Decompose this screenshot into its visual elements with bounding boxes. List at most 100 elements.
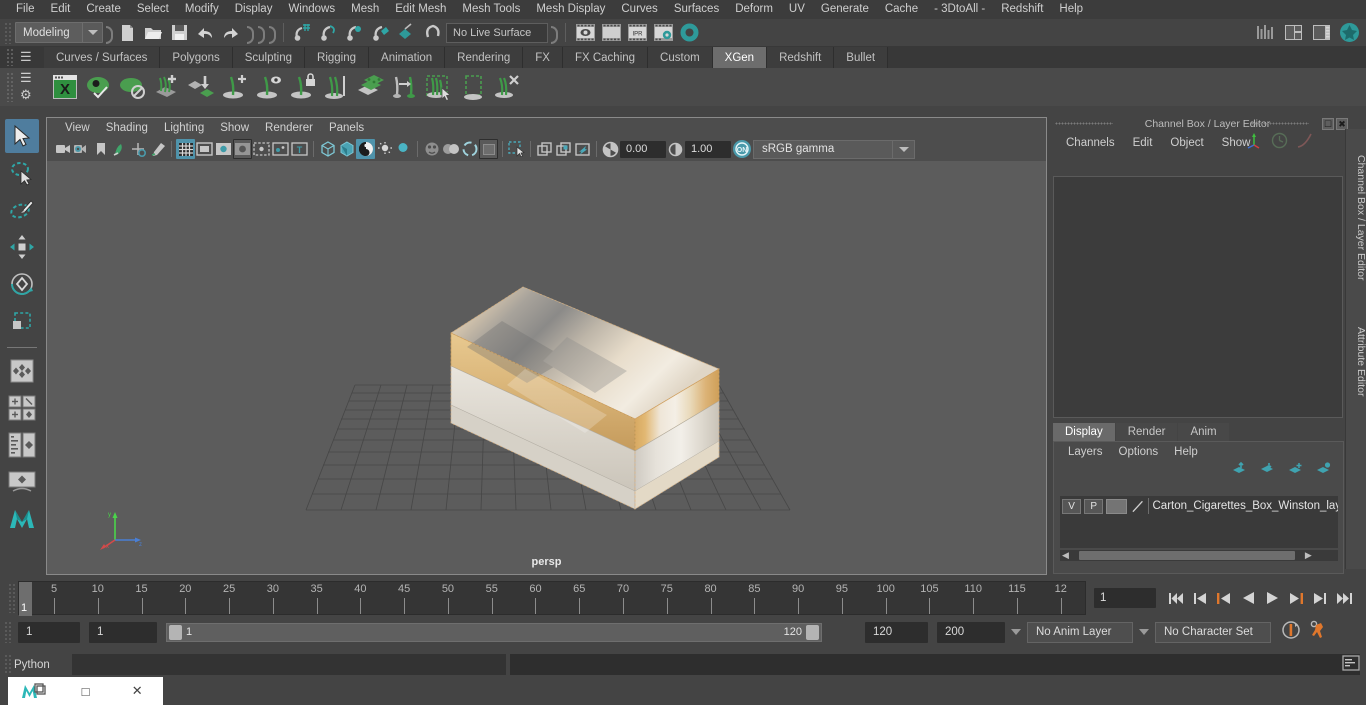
xray-icon[interactable] [535,139,554,159]
shelf-tab-fx-caching[interactable]: FX Caching [562,47,649,68]
grease-pencil-icon[interactable] [148,139,167,159]
menu-display[interactable]: Display [227,0,281,19]
shelf-tab-sculpting[interactable]: Sculpting [232,47,306,68]
shelf-row-grip[interactable] [6,72,14,102]
viewport-menu-view[interactable]: View [57,122,98,134]
shelf-options-icon[interactable]: ☰ [20,50,32,63]
color-space-field[interactable]: sRGB gamma [753,139,893,159]
snap-curve-icon[interactable] [316,20,342,45]
contrast-icon[interactable] [666,139,685,159]
shelf-row-menu-icon[interactable]: ☰ [20,70,32,86]
shelf-tab-fx[interactable]: FX [523,47,563,68]
app-icon[interactable] [8,677,60,705]
rotate-tool[interactable] [5,267,39,301]
safe-action-icon[interactable] [271,139,290,159]
go-to-start-icon[interactable] [1166,587,1186,609]
animation-preferences-icon[interactable] [1309,620,1329,645]
color-space-dropdown-icon[interactable] [893,139,915,159]
curve-icon[interactable] [1296,132,1313,154]
menu-file[interactable]: File [8,0,43,19]
undo-icon[interactable] [192,20,218,45]
menu-modify[interactable]: Modify [177,0,227,19]
color-management-icon[interactable]: ON [731,139,753,159]
play-backwards-icon[interactable] [1238,587,1258,609]
shelf-tab-bullet[interactable]: Bullet [834,47,889,68]
layer-name[interactable]: Carton_Cigarettes_Box_Winston_laye [1153,500,1339,512]
command-language-label[interactable]: Python [14,659,72,671]
step-forward-key-icon[interactable] [1286,587,1306,609]
live-surface-field[interactable]: No Live Surface [446,22,548,43]
safe-title-icon[interactable]: T [290,139,309,159]
panel-grip-left[interactable] [1055,122,1113,125]
scroll-left-arrow[interactable]: ◀ [1062,550,1069,561]
viewport-menu-show[interactable]: Show [212,122,257,134]
lasso-select-tool[interactable] [5,156,39,190]
scroll-right-arrow[interactable]: ▶ [1305,550,1312,561]
viewport-menu-shading[interactable]: Shading [98,122,156,134]
depth-of-field-icon[interactable] [479,139,498,159]
undock-icon[interactable]: ☐ [1322,118,1334,130]
motion-blur-icon[interactable] [441,139,460,159]
shelf-tab-rendering[interactable]: Rendering [445,47,524,68]
menu-cache[interactable]: Cache [877,0,926,19]
status-line-grip[interactable] [4,21,12,44]
film-gate-icon[interactable] [195,139,214,159]
viewport-menu-lighting[interactable]: Lighting [156,122,212,134]
viewport-menu-renderer[interactable]: Renderer [257,122,321,134]
menu-edit[interactable]: Edit [43,0,79,19]
shelf-tab-redshift[interactable]: Redshift [767,47,835,68]
import-collection-icon[interactable] [184,70,218,104]
axis-manipulator-icon[interactable] [1246,132,1263,154]
layer-tab-display[interactable]: Display [1053,423,1115,441]
shade-wireframe-icon[interactable] [356,139,375,159]
lock-guide-icon[interactable] [286,70,320,104]
current-time-indicator[interactable]: 1 [19,582,32,616]
menu-set-selector[interactable]: Modeling [15,22,103,43]
shelf-tab-xgen[interactable]: XGen [712,47,768,68]
current-time-field[interactable]: 1 [1094,588,1156,608]
scrollbar-thumb[interactable] [1078,551,1295,560]
range-start-handle[interactable] [169,624,182,640]
use-lights-icon[interactable] [375,139,394,159]
exposure-field[interactable]: 0.00 [620,140,666,158]
guide-animation-icon[interactable] [320,70,354,104]
multisample-icon[interactable] [460,139,479,159]
menu-windows[interactable]: Windows [280,0,343,19]
step-back-key-icon[interactable] [1214,587,1234,609]
wireframe-icon[interactable] [318,139,337,159]
hypershade-icon[interactable] [676,20,702,45]
scale-tool[interactable] [5,304,39,338]
persp-viewport[interactable]: View Shading Lighting Show Renderer Pane… [46,117,1047,575]
layer-tab-render[interactable]: Render [1115,423,1178,441]
play-forwards-icon[interactable] [1262,587,1282,609]
resolution-gate-icon[interactable] [214,139,233,159]
character-set-dropdown-icon[interactable] [1139,629,1149,635]
snap-point-icon[interactable] [342,20,368,45]
move-tool[interactable] [5,230,39,264]
preview-off-icon[interactable] [116,70,150,104]
shelf-tab-custom[interactable]: Custom [648,47,713,68]
layer-tab-anim[interactable]: Anim [1178,423,1229,441]
make-live-icon[interactable] [420,20,446,45]
gate-mask-icon[interactable] [233,139,252,159]
show-manipulator-icon[interactable] [1252,20,1278,45]
delete-guide-icon[interactable] [490,70,524,104]
open-scene-icon[interactable] [140,20,166,45]
region-select-icon[interactable] [456,70,490,104]
shelf-settings-icon[interactable]: ⚙ [20,87,32,103]
isolate-select-icon[interactable] [507,139,526,159]
shelf-tab-curves-surfaces[interactable]: Curves / Surfaces [44,47,161,68]
single-persp-layout[interactable] [5,465,39,499]
channelbox-edit-menu[interactable]: Edit [1124,137,1162,149]
command-output[interactable] [510,654,1360,675]
range-slider-grip[interactable] [4,621,12,643]
auto-key-icon[interactable] [1281,620,1301,645]
groom-layers-icon[interactable] [354,70,388,104]
range-end-handle[interactable] [806,624,819,640]
layer-list[interactable]: V P Carton_Cigarettes_Box_Winston_laye [1060,496,1338,548]
exposure-icon[interactable] [601,139,620,159]
range-slider-track[interactable]: 1 120 [166,622,822,642]
menu-surfaces[interactable]: Surfaces [666,0,727,19]
command-line-grip[interactable] [4,654,12,674]
menu-help[interactable]: Help [1051,0,1091,19]
